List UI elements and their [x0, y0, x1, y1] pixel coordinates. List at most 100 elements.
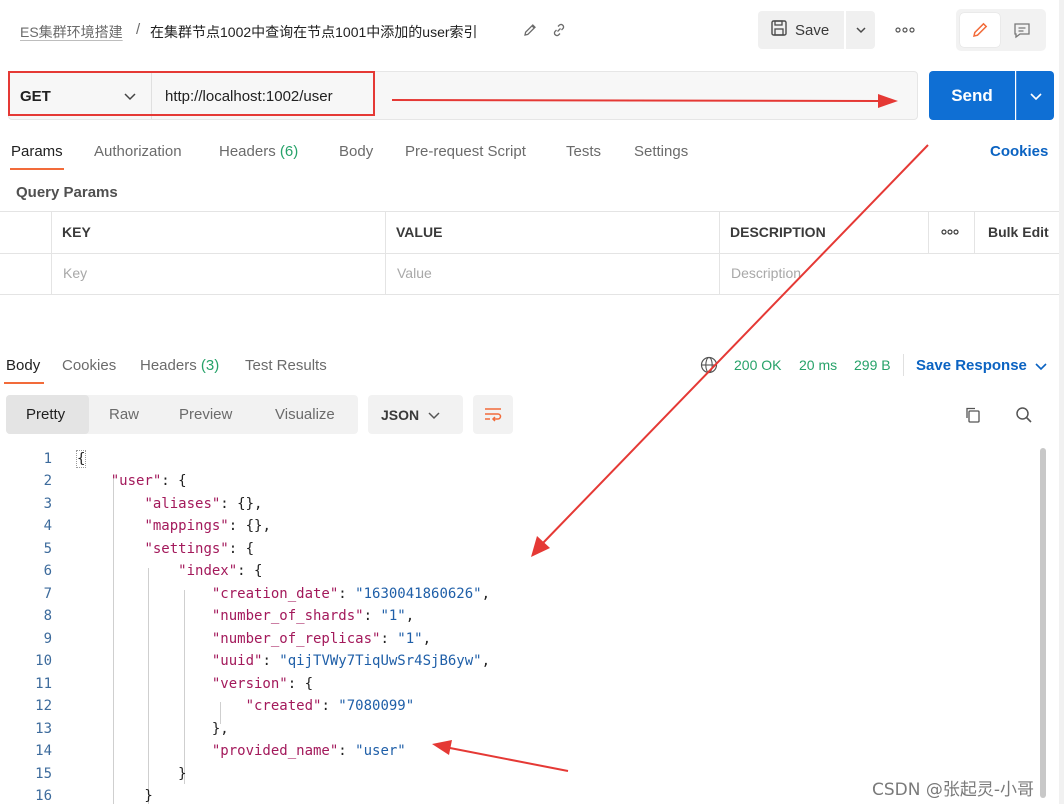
json-key: "mappings" — [144, 518, 229, 534]
json-key: "user" — [110, 473, 162, 489]
json-key: "settings" — [144, 541, 229, 557]
line-number: 1 — [43, 451, 52, 467]
breadcrumb-collection[interactable]: ES集群环境搭建 — [20, 22, 123, 42]
param-key-input[interactable]: Key — [63, 265, 87, 281]
json-key: "index" — [178, 563, 238, 579]
param-description-input[interactable]: Description — [731, 265, 801, 281]
code-text: "creation_date": "1630041860626", — [211, 586, 491, 602]
code-text: "mappings": {}, — [144, 518, 271, 534]
column-header-key: KEY — [62, 224, 91, 240]
code-line: 2 "user": { — [0, 470, 1040, 492]
send-button[interactable]: Send — [929, 71, 1015, 120]
tab-params[interactable]: Params — [11, 143, 63, 160]
table-border — [0, 253, 1064, 254]
save-label: Save — [795, 21, 830, 39]
response-tab-cookies[interactable]: Cookies — [62, 357, 116, 374]
status-code: 200 OK — [734, 357, 782, 373]
tab-pre-request-script[interactable]: Pre-request Script — [405, 143, 526, 160]
chevron-down-icon[interactable] — [1034, 359, 1048, 373]
wrap-lines-icon — [485, 407, 502, 422]
code-line: 6 "index": { — [0, 560, 1040, 582]
table-border — [0, 294, 1064, 295]
save-button[interactable]: Save — [758, 11, 844, 49]
tab-authorization[interactable]: Authorization — [94, 143, 182, 160]
globe-icon[interactable] — [700, 356, 718, 374]
column-options-icon[interactable] — [941, 226, 959, 238]
response-tab-test-results[interactable]: Test Results — [245, 357, 327, 374]
format-select[interactable]: JSON — [368, 395, 463, 434]
response-body-viewer[interactable]: 1 { 2 "user": { 3 "aliases": {}, 4 "mappi… — [0, 448, 1040, 804]
table-border — [974, 211, 975, 253]
line-number: 8 — [43, 608, 52, 624]
json-key: "created" — [245, 698, 322, 714]
save-response-button[interactable]: Save Response — [916, 357, 1027, 374]
save-options-button[interactable] — [846, 11, 875, 49]
line-number: 15 — [35, 766, 52, 782]
code-text: "index": { — [178, 563, 263, 579]
headers-count: (6) — [279, 143, 299, 160]
response-tab-body[interactable]: Body — [6, 357, 40, 374]
pencil-icon — [973, 22, 988, 37]
code-scrollbar[interactable] — [1040, 448, 1046, 798]
request-header: ES集群环境搭建 / 在集群节点1002中查询在节点1001中添加的user索引… — [0, 0, 1064, 62]
code-line: 11 "version": { — [0, 673, 1040, 695]
tab-headers[interactable]: Headers (6) — [219, 143, 298, 160]
active-tab-indicator — [4, 382, 44, 384]
line-number: 9 — [43, 631, 52, 647]
param-value-input[interactable]: Value — [397, 265, 432, 281]
tab-body[interactable]: Body — [339, 143, 373, 160]
chevron-down-icon — [855, 27, 866, 34]
json-key: "creation_date" — [211, 586, 339, 602]
wrap-lines-button[interactable] — [473, 395, 513, 434]
edit-mode-button[interactable] — [960, 13, 1000, 47]
code-text: { — [75, 448, 87, 470]
divider — [903, 354, 904, 376]
code-text: "settings": { — [144, 541, 255, 557]
comment-mode-button[interactable] — [1003, 13, 1041, 47]
line-number: 11 — [35, 676, 52, 692]
bulk-edit-button[interactable]: Bulk Edit — [988, 224, 1049, 240]
line-number: 13 — [35, 721, 52, 737]
code-line: 3 "aliases": {}, — [0, 493, 1040, 515]
line-number: 5 — [43, 541, 52, 557]
pencil-icon[interactable] — [522, 22, 538, 38]
code-line: 14 "provided_name": "user" — [0, 740, 1040, 762]
code-line: 5 "settings": { — [0, 538, 1040, 560]
watermark: CSDN @张起灵-小哥 — [872, 780, 1035, 800]
brace: { — [75, 450, 87, 468]
line-number: 4 — [43, 518, 52, 534]
code-line: 9 "number_of_replicas": "1", — [0, 628, 1040, 650]
tab-settings[interactable]: Settings — [634, 143, 688, 160]
response-tab-headers[interactable]: Headers (3) — [140, 357, 219, 374]
link-icon[interactable] — [551, 22, 567, 38]
send-options-button[interactable] — [1016, 71, 1054, 120]
response-headers-label: Headers — [140, 357, 197, 374]
line-number: 12 — [35, 698, 52, 714]
annotation-box — [8, 71, 375, 116]
page-scrollbar[interactable] — [1059, 0, 1064, 804]
search-icon[interactable] — [1014, 405, 1034, 425]
response-size: 299 B — [854, 357, 891, 373]
view-raw-button[interactable]: Raw — [109, 406, 139, 423]
response-time: 20 ms — [799, 357, 838, 373]
json-key: "provided_name" — [211, 743, 339, 759]
view-visualize-button[interactable]: Visualize — [275, 406, 335, 423]
more-options-icon[interactable] — [894, 22, 916, 38]
table-border — [719, 211, 720, 295]
breadcrumb-separator: / — [136, 21, 141, 38]
code-line: 7 "creation_date": "1630041860626", — [0, 583, 1040, 605]
code-line: 13 }, — [0, 718, 1040, 740]
save-disk-icon — [770, 19, 788, 41]
copy-icon[interactable] — [963, 405, 983, 425]
table-border — [51, 211, 52, 295]
line-number: 10 — [35, 653, 52, 669]
cookies-link[interactable]: Cookies — [990, 143, 1048, 160]
view-pretty-button[interactable]: Pretty — [26, 406, 65, 423]
code-line: 10 "uuid": "qijTVWy7TiqUwSr4SjB6yw", — [0, 650, 1040, 672]
view-preview-button[interactable]: Preview — [179, 406, 232, 423]
json-key: "version" — [211, 676, 288, 692]
code-text: "number_of_replicas": "1", — [211, 631, 432, 647]
line-number: 7 — [43, 586, 52, 602]
tab-tests[interactable]: Tests — [566, 143, 601, 160]
line-number: 14 — [35, 743, 52, 759]
